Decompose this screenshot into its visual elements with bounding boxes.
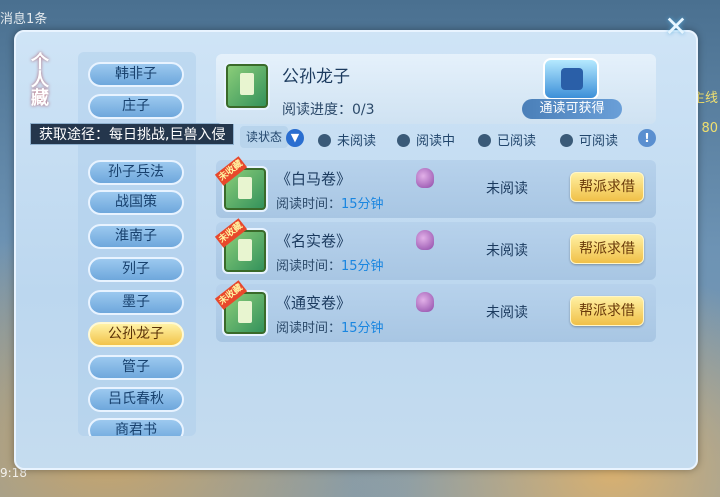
sidebar-item[interactable]: 墨子 [88,290,184,315]
filter-option-unread[interactable]: 未阅读 [318,130,376,149]
info-icon[interactable]: ! [638,129,656,147]
reading-time: 阅读时间：15分钟 [276,255,384,274]
book-category-sidebar[interactable]: 韩非子 庄子 孙子兵法 战国策 淮南子 列子 墨子 公孙龙子 管子 吕氏春秋 商… [78,52,196,436]
reading-time-label: 阅读时间： [276,259,342,274]
progress-label: 阅读进度： [282,102,352,118]
sidebar-item[interactable]: 列子 [88,257,184,282]
filter-option-label: 已阅读 [497,134,537,149]
radio-icon [478,134,491,147]
reading-time: 阅读时间：15分钟 [276,317,384,336]
chapter-title: 《通变卷》 [276,294,352,312]
sidebar-item[interactable]: 吕氏春秋 [88,387,184,412]
reward-bag-icon[interactable] [416,230,434,250]
chapter-title: 《白马卷》 [276,170,352,188]
filter-label: 读状态 [240,126,289,148]
panel-title: 个人藏 [28,52,49,106]
filter-option-label: 阅读中 [416,134,456,149]
reward-label: 通读可获得 [522,99,622,119]
sidebar-item[interactable]: 战国策 [88,190,184,215]
filter-option-label: 未阅读 [337,134,377,149]
guild-borrow-button[interactable]: 帮派求借 [570,172,644,202]
source-tooltip: 获取途径：每日挑战,巨兽入侵 [30,123,235,145]
book-icon [224,62,270,110]
reward-book-icon[interactable] [543,58,599,100]
reading-time-value: 15分钟 [341,321,384,336]
sidebar-item[interactable]: 商君书 [88,418,184,436]
reading-progress: 阅读进度：0/3 [282,99,375,119]
book-title: 公孙龙子 [282,67,350,87]
sidebar-item[interactable]: 庄子 [88,94,184,119]
filter-option-reading[interactable]: 阅读中 [397,130,455,149]
chapter-status: 未阅读 [486,243,528,259]
guild-borrow-button[interactable]: 帮派求借 [570,234,644,264]
reward-bag-icon[interactable] [416,292,434,312]
radio-icon [397,134,410,147]
filter-option-readable[interactable]: 可阅读 [560,130,618,149]
sidebar-item[interactable]: 淮南子 [88,224,184,249]
chapter-status: 未阅读 [486,181,528,197]
list-item: 未收藏 《白马卷》 阅读时间：15分钟 未阅读 帮派求借 [214,156,656,218]
list-item: 未收藏 《名实卷》 阅读时间：15分钟 未阅读 帮派求借 [214,218,656,280]
list-item: 未收藏 《通变卷》 阅读时间：15分钟 未阅读 帮派求借 [214,280,656,342]
sidebar-item[interactable]: 管子 [88,355,184,380]
sidebar-item[interactable]: 孙子兵法 [88,160,184,185]
reading-time-label: 阅读时间： [276,197,342,212]
guild-borrow-button[interactable]: 帮派求借 [570,296,644,326]
reward-bag-icon[interactable] [416,168,434,188]
chevron-down-icon[interactable]: ▼ [286,129,304,147]
close-icon[interactable]: ✕ [660,12,692,42]
sidebar-item[interactable]: 韩非子 [88,62,184,87]
filter-option-label: 可阅读 [579,134,619,149]
chapter-list: 未收藏 《白马卷》 阅读时间：15分钟 未阅读 帮派求借 未收藏 《名实卷》 阅… [214,154,656,440]
radio-icon [560,134,573,147]
radio-icon [318,134,331,147]
chapter-title: 《名实卷》 [276,232,352,250]
filter-option-read[interactable]: 已阅读 [478,130,536,149]
reading-time-value: 15分钟 [341,259,384,274]
reading-time-label: 阅读时间： [276,321,342,336]
sidebar-item-selected[interactable]: 公孙龙子 [88,322,184,347]
reading-time-value: 15分钟 [341,197,384,212]
chapter-status: 未阅读 [486,305,528,321]
reading-time: 阅读时间：15分钟 [276,193,384,212]
progress-value: 0/3 [352,102,375,118]
message-notice[interactable]: 消息1条 [0,8,47,27]
